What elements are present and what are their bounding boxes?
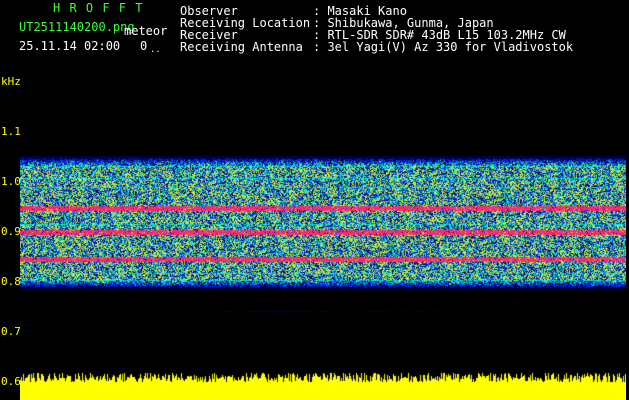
filename-label: UT2511140200.png [19,20,135,34]
datetime-label: 25.11.14 02:00 [19,39,121,53]
spectrogram-canvas [20,74,626,400]
y-tick-label: 0.7 [1,325,21,338]
antenna-value: : 3el Yagi(V) Az 330 for Vladivostok [313,40,574,54]
mode-label: meteor [124,24,168,38]
y-tick-label: 0.8 [1,275,21,288]
app-title: H R O F F T [53,1,144,15]
y-axis-unit: kHz [1,75,21,88]
antenna-label: Receiving Antenna [180,40,303,54]
y-tick-label: 0.6 [1,375,21,388]
spectrogram-panel [20,74,626,400]
counter-suffix: .. [150,45,161,55]
y-tick-label: 0.9 [1,225,21,238]
counter-label: 0 [140,39,148,53]
y-tick-label: 1.0 [1,175,21,188]
y-tick-label: 1.1 [1,125,21,138]
